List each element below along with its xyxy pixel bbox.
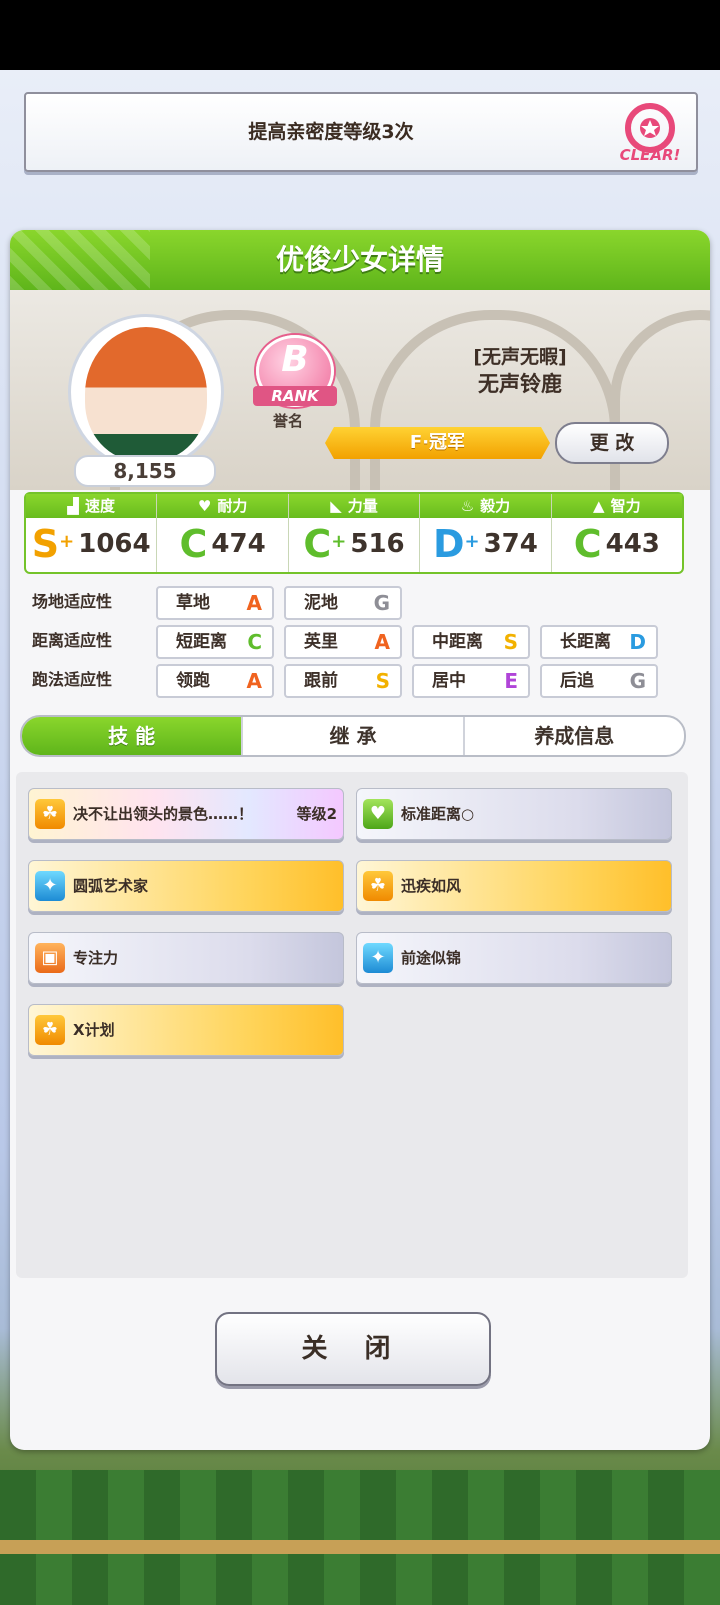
skill-level: 等级2 xyxy=(296,805,337,823)
aptitude-cell: 居中 E xyxy=(412,664,530,698)
gate-icon: ▣ xyxy=(35,943,65,973)
umamusume-detail-panel: 优俊少女详情 8,155 B RANK 誉名 [无声无暇] 无声铃鹿 F·冠军 … xyxy=(10,230,710,1450)
rank-word: RANK xyxy=(253,386,337,406)
panel-header: 优俊少女详情 xyxy=(10,230,710,290)
aptitude-cell: 后追 G xyxy=(540,664,658,698)
skill-item[interactable]: ☘ 迅疾如风 xyxy=(356,860,672,912)
track-rail xyxy=(0,1540,720,1554)
stat-label: 耐力 xyxy=(217,497,248,515)
stat-grade: D+ xyxy=(432,522,480,566)
panel-title: 优俊少女详情 xyxy=(275,243,444,276)
clear-stamp-text: CLEAR! xyxy=(620,146,681,164)
clear-stamp-icon: CLEAR! xyxy=(620,103,681,164)
tab-skills[interactable]: 技 能 xyxy=(22,717,244,755)
rank-letter: B xyxy=(281,339,309,380)
mission-banner: 提高亲密度等级3次 CLEAR! xyxy=(24,92,698,172)
stat-grade: C xyxy=(573,522,602,566)
stats-bar: ▟ 速度 S+ 1064 ♥ 耐力 C 474 ◣ 力量 C+ 516 ♨ 毅力 D+ 374 … xyxy=(24,492,684,574)
runner-icon: ☘ xyxy=(363,871,393,901)
aptitude-cell: 草地 A xyxy=(156,586,274,620)
racetrack-grass xyxy=(0,1470,720,1605)
aptitude-label: 距离适应性 xyxy=(32,631,113,650)
skill-item[interactable]: ☘ 决不让出领头的景色……！ 等级2 xyxy=(28,788,344,840)
aptitude-cell: 英里 A xyxy=(284,625,402,659)
honor-label: 誉名 xyxy=(273,412,304,430)
stat-value: 516 xyxy=(350,529,405,559)
sparkle-icon: ✦ xyxy=(35,871,65,901)
mission-text: 提高亲密度等级3次 xyxy=(248,121,414,143)
character-title: [无声无暇] xyxy=(473,346,567,368)
aptitude-label: 跑法适应性 xyxy=(32,670,113,689)
stat-label: 智力 xyxy=(610,497,641,515)
rank-badge: B RANK xyxy=(253,335,337,407)
stat-power: ◣ 力量 C+ 516 xyxy=(288,494,421,572)
fan-count: 8,155 xyxy=(74,455,216,487)
stat-value: 443 xyxy=(605,529,660,559)
muscle-icon: ◣ xyxy=(330,497,342,515)
detail-tabs: 技 能 继 承 养成信息 xyxy=(20,715,686,757)
aptitude-cell: 长距离 D xyxy=(540,625,658,659)
stat-value: 374 xyxy=(483,529,538,559)
tab-inheritance[interactable]: 继 承 xyxy=(243,717,465,755)
character-name: 无声铃鹿 xyxy=(478,372,562,396)
epithet-ribbon: F·冠军 xyxy=(325,427,550,459)
character-avatar[interactable] xyxy=(68,314,224,470)
aptitude-label: 场地适应性 xyxy=(32,592,113,611)
skill-item[interactable]: ✦ 前途似锦 xyxy=(356,932,672,984)
stat-value: 1064 xyxy=(78,529,151,559)
stat-grade: S+ xyxy=(31,522,75,566)
aptitude-cell: 领跑 A xyxy=(156,664,274,698)
stat-wisdom: ▲ 智力 C 443 xyxy=(551,494,683,572)
runner-icon: ☘ xyxy=(35,799,65,829)
sparkle-icon: ✦ xyxy=(363,943,393,973)
aptitude-cell: 泥地 G xyxy=(284,586,402,620)
graduation-cap-icon: ▲ xyxy=(593,497,605,515)
skill-item[interactable]: ✦ 圆弧艺术家 xyxy=(28,860,344,912)
stat-guts: ♨ 毅力 D+ 374 xyxy=(420,494,552,572)
skill-item[interactable]: ♥ 标准距离○ xyxy=(356,788,672,840)
skill-item[interactable]: ▣ 专注力 xyxy=(28,932,344,984)
stat-speed: ▟ 速度 S+ 1064 xyxy=(26,494,158,572)
skill-list: ☘ 决不让出领头的景色……！ 等级2 ♥ 标准距离○ ✦ 圆弧艺术家 ☘ 迅疾如… xyxy=(16,772,688,1278)
aptitude-cell: 跟前 S xyxy=(284,664,402,698)
character-portrait xyxy=(85,327,207,461)
close-button[interactable]: 关 闭 xyxy=(215,1312,491,1386)
runner-icon: ☘ xyxy=(35,1015,65,1045)
stat-label: 力量 xyxy=(347,497,378,515)
aptitude-cell: 中距离 S xyxy=(412,625,530,659)
skill-item[interactable]: ☘ X计划 xyxy=(28,1004,344,1056)
stat-label: 速度 xyxy=(84,497,115,515)
stat-value: 474 xyxy=(211,529,266,559)
stat-grade: C xyxy=(179,522,208,566)
aptitude-cell: 短距离 C xyxy=(156,625,274,659)
stat-label: 毅力 xyxy=(480,497,511,515)
tab-training-info[interactable]: 养成信息 xyxy=(465,717,684,755)
change-epithet-button[interactable]: 更 改 xyxy=(555,422,669,464)
heart-icon: ♥ xyxy=(363,799,393,829)
stat-grade: C+ xyxy=(303,522,347,566)
shoe-icon: ▟ xyxy=(67,497,79,515)
stat-stamina: ♥ 耐力 C 474 xyxy=(157,494,289,572)
portrait-area: 8,155 B RANK 誉名 [无声无暇] 无声铃鹿 F·冠军 更 改 xyxy=(10,290,710,490)
flame-icon: ♨ xyxy=(460,497,475,515)
heart-icon: ♥ xyxy=(197,497,212,515)
